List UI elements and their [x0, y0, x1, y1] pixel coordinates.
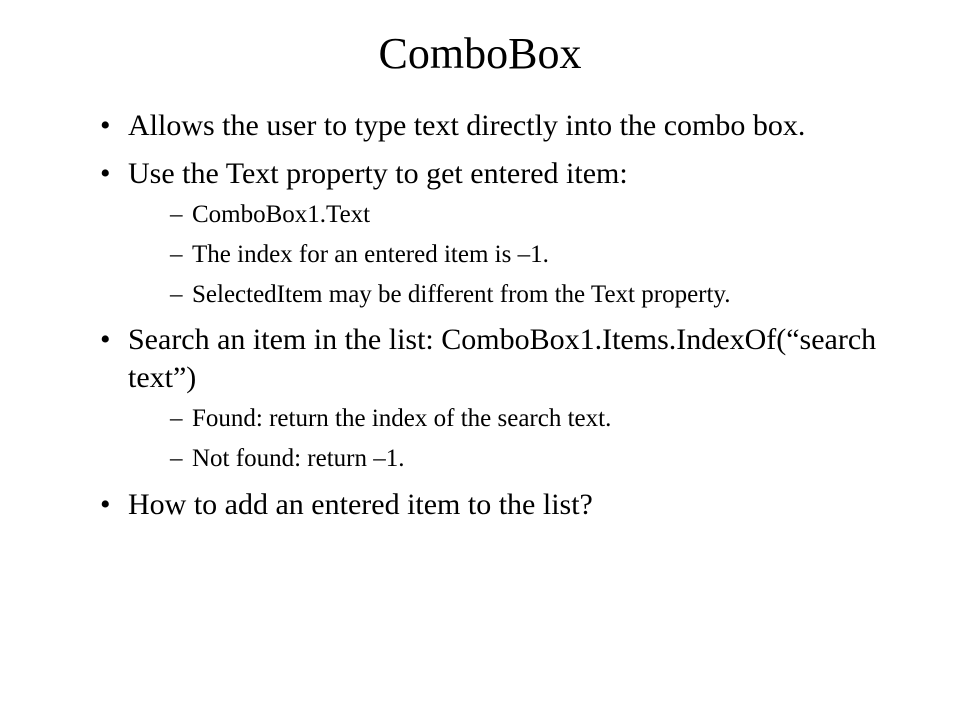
slide-container: ComboBox Allows the user to type text di… — [0, 0, 960, 720]
sub-bullet-list: ComboBox1.Text The index for an entered … — [128, 198, 900, 311]
slide-title: ComboBox — [60, 28, 900, 79]
list-item: Allows the user to type text directly in… — [100, 107, 900, 145]
bullet-text: Use the Text property to get entered ite… — [128, 157, 628, 190]
bullet-text: Found: return the index of the search te… — [192, 405, 611, 432]
list-item: Not found: return –1. — [170, 442, 900, 476]
bullet-text: How to add an entered item to the list? — [128, 488, 593, 521]
list-item: Search an item in the list: ComboBox1.It… — [100, 321, 900, 476]
list-item: Use the Text property to get entered ite… — [100, 155, 900, 312]
bullet-list: Allows the user to type text directly in… — [60, 107, 900, 523]
bullet-text: The index for an entered item is –1. — [192, 241, 549, 268]
bullet-text: Not found: return –1. — [192, 445, 404, 472]
list-item: SelectedItem may be different from the T… — [170, 278, 900, 312]
bullet-text: ComboBox1.Text — [192, 201, 370, 228]
bullet-text: Search an item in the list: ComboBox1.It… — [128, 323, 876, 394]
list-item: ComboBox1.Text — [170, 198, 900, 232]
bullet-text: Allows the user to type text directly in… — [128, 109, 805, 142]
list-item: The index for an entered item is –1. — [170, 238, 900, 272]
bullet-text: SelectedItem may be different from the T… — [192, 281, 731, 308]
list-item: How to add an entered item to the list? — [100, 486, 900, 524]
sub-bullet-list: Found: return the index of the search te… — [128, 402, 900, 476]
list-item: Found: return the index of the search te… — [170, 402, 900, 436]
